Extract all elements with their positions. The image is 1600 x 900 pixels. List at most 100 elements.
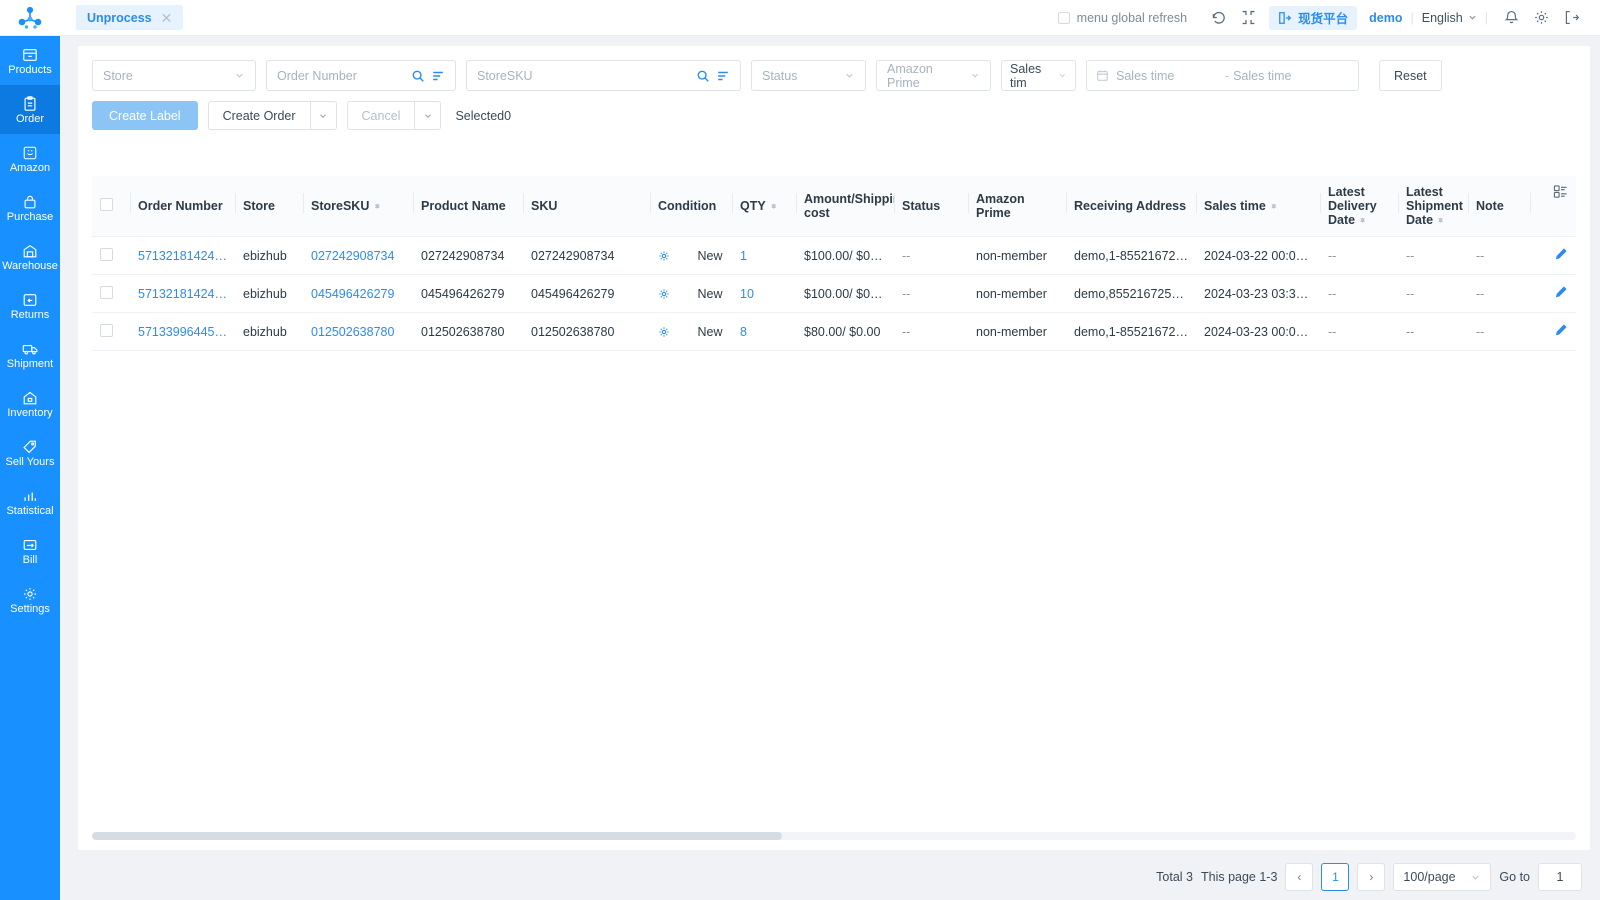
col-store[interactable]: Store <box>235 176 303 237</box>
prev-page-button[interactable]: ‹ <box>1285 863 1314 891</box>
sidebar-item-products[interactable]: Products <box>0 36 60 85</box>
filter-lines-icon[interactable] <box>431 69 445 83</box>
sidebar-item-purchase[interactable]: Purchase <box>0 183 60 232</box>
row-checkbox[interactable] <box>100 247 113 261</box>
cell-latest-delivery-date: -- <box>1320 274 1398 313</box>
col-sku[interactable]: SKU <box>523 176 650 237</box>
sidebar-item-warehouse[interactable]: Warehouse <box>0 232 60 281</box>
sort-icon[interactable]: ▲ ▼ <box>373 201 381 210</box>
store-filter-select[interactable]: Store <box>92 60 256 91</box>
cell-store-sku[interactable]: 027242908734 <box>303 236 413 275</box>
sidebar-item-bill[interactable]: Bill <box>0 526 60 575</box>
store-sku-search[interactable]: StoreSKU <box>466 60 741 91</box>
page-size-select[interactable]: 100/page <box>1393 863 1492 891</box>
edit-pencil-icon[interactable] <box>1554 247 1568 261</box>
col-qty[interactable]: QTY ▲ ▼ <box>732 176 796 237</box>
cancel-split-button[interactable]: Cancel <box>346 101 442 130</box>
col-store-sku[interactable]: StoreSKU ▲ ▼ <box>303 176 413 237</box>
app-logo[interactable] <box>0 0 60 36</box>
col-amount-shipping-cost[interactable]: Amount/Shipping cost <box>796 176 908 237</box>
table-row[interactable]: 5713218142445 ... ebizhub 027242908734 0… <box>92 236 1576 275</box>
cell-receiving-address: demo,1-8552167257,51... <box>1066 312 1196 351</box>
notifications-button[interactable] <box>1496 0 1526 36</box>
search-icon[interactable] <box>411 69 425 83</box>
search-icon[interactable] <box>696 69 710 83</box>
page-1-button[interactable]: 1 <box>1321 863 1350 891</box>
cell-qty[interactable]: 1 <box>732 236 796 275</box>
sidebar-item-shipment[interactable]: Shipment <box>0 330 60 379</box>
col-note[interactable]: Note <box>1468 176 1530 237</box>
goto-page-input[interactable]: 1 <box>1538 863 1582 891</box>
col-order-number[interactable]: Order Number <box>130 176 235 237</box>
column-settings-icon[interactable] <box>1553 184 1568 199</box>
language-selector[interactable]: English <box>1422 11 1477 25</box>
sidebar-item-settings[interactable]: Settings <box>0 575 60 624</box>
cell-operations <box>1530 312 1576 351</box>
edit-pencil-icon[interactable] <box>1554 323 1568 337</box>
cell-order-number[interactable]: 5713218142438 ... <box>130 274 235 313</box>
col-amazon-prime[interactable]: Amazon Prime <box>968 176 1066 237</box>
user-name[interactable]: demo <box>1369 11 1402 25</box>
cell-order-number[interactable]: 5713399644559 ... <box>130 312 235 351</box>
scrollbar-thumb[interactable] <box>92 832 782 840</box>
logout-button[interactable] <box>1556 0 1586 36</box>
sales-time-type-select[interactable]: Sales tim <box>1001 60 1076 91</box>
col-product-name[interactable]: Product Name <box>413 176 523 237</box>
settings-gear-icon[interactable] <box>658 250 670 262</box>
sort-icon[interactable]: ▲ ▼ <box>770 201 778 210</box>
settings-gear-icon[interactable] <box>658 288 670 300</box>
order-number-search[interactable]: Order Number <box>266 60 456 91</box>
sidebar-item-order[interactable]: Order <box>0 85 60 134</box>
horizontal-scrollbar[interactable] <box>92 832 1576 840</box>
menu-global-refresh-toggle[interactable]: menu global refresh <box>1057 11 1187 25</box>
col-sales-time[interactable]: Sales time ▲ ▼ <box>1196 176 1320 237</box>
col-condition[interactable]: Condition <box>650 176 732 237</box>
cell-store-sku[interactable]: 012502638780 <box>303 312 413 351</box>
settings-button[interactable] <box>1526 0 1556 36</box>
sales-time-date-range[interactable]: Sales time - Sales time <box>1086 60 1359 91</box>
sidebar-item-amazon[interactable]: Amazon <box>0 134 60 183</box>
cancel-button[interactable]: Cancel <box>346 101 415 130</box>
close-icon[interactable]: ✕ <box>161 11 173 25</box>
sidebar-item-returns[interactable]: Returns <box>0 281 60 330</box>
tab-unprocess[interactable]: Unprocess ✕ <box>76 5 184 30</box>
col-status[interactable]: Status <box>894 176 968 237</box>
edit-pencil-icon[interactable] <box>1554 285 1568 299</box>
filter-lines-icon[interactable] <box>716 69 730 83</box>
cell-qty[interactable]: 10 <box>732 274 796 313</box>
bill-icon <box>22 536 38 553</box>
reset-button[interactable]: Reset <box>1379 60 1442 91</box>
chevron-down-icon[interactable] <box>309 101 337 130</box>
select-all-checkbox[interactable] <box>100 198 113 211</box>
create-label-button[interactable]: Create Label <box>92 101 198 130</box>
fullscreen-toggle-button[interactable] <box>1233 0 1263 36</box>
row-checkbox[interactable] <box>100 323 113 337</box>
row-checkbox[interactable] <box>100 285 113 299</box>
create-order-button[interactable]: Create Order <box>207 101 310 130</box>
status-filter-select[interactable]: Status <box>751 60 866 91</box>
sort-icon[interactable]: ▲ ▼ <box>1270 201 1278 210</box>
checkbox-icon[interactable] <box>1057 11 1070 24</box>
sidebar-item-statistical[interactable]: Statistical <box>0 477 60 526</box>
cell-qty[interactable]: 8 <box>732 312 796 351</box>
table-row[interactable]: 5713218142438 ... ebizhub 045496426279 0… <box>92 274 1576 313</box>
date-start-field[interactable]: Sales time <box>1087 69 1221 83</box>
col-latest-shipment-date[interactable]: Latest Shipment Date ▲ ▼ <box>1398 176 1468 237</box>
next-page-button[interactable]: › <box>1357 863 1386 891</box>
cell-order-number[interactable]: 5713218142445 ... <box>130 236 235 275</box>
create-order-split-button[interactable]: Create Order <box>207 101 337 130</box>
amazon-prime-filter-select[interactable]: Amazon Prime <box>876 60 991 91</box>
platform-button[interactable]: 现货平台 <box>1269 5 1358 30</box>
settings-gear-icon[interactable] <box>658 326 670 338</box>
table-row[interactable]: 5713399644559 ... ebizhub 012502638780 0… <box>92 312 1576 351</box>
col-latest-delivery-date[interactable]: Latest Delivery Date ▲ ▼ <box>1320 176 1398 237</box>
undo-button[interactable] <box>1203 0 1233 36</box>
chevron-down-icon[interactable] <box>414 101 442 130</box>
sort-icon[interactable]: ▲ ▼ <box>1359 216 1367 225</box>
date-end-field[interactable]: Sales time <box>1233 69 1358 83</box>
col-receiving-address[interactable]: Receiving Address <box>1066 176 1196 237</box>
sidebar-item-sell-yours[interactable]: Sell Yours <box>0 428 60 477</box>
sidebar-item-inventory[interactable]: Inventory <box>0 379 60 428</box>
cell-store-sku[interactable]: 045496426279 <box>303 274 413 313</box>
sort-icon[interactable]: ▲ ▼ <box>1437 216 1445 225</box>
